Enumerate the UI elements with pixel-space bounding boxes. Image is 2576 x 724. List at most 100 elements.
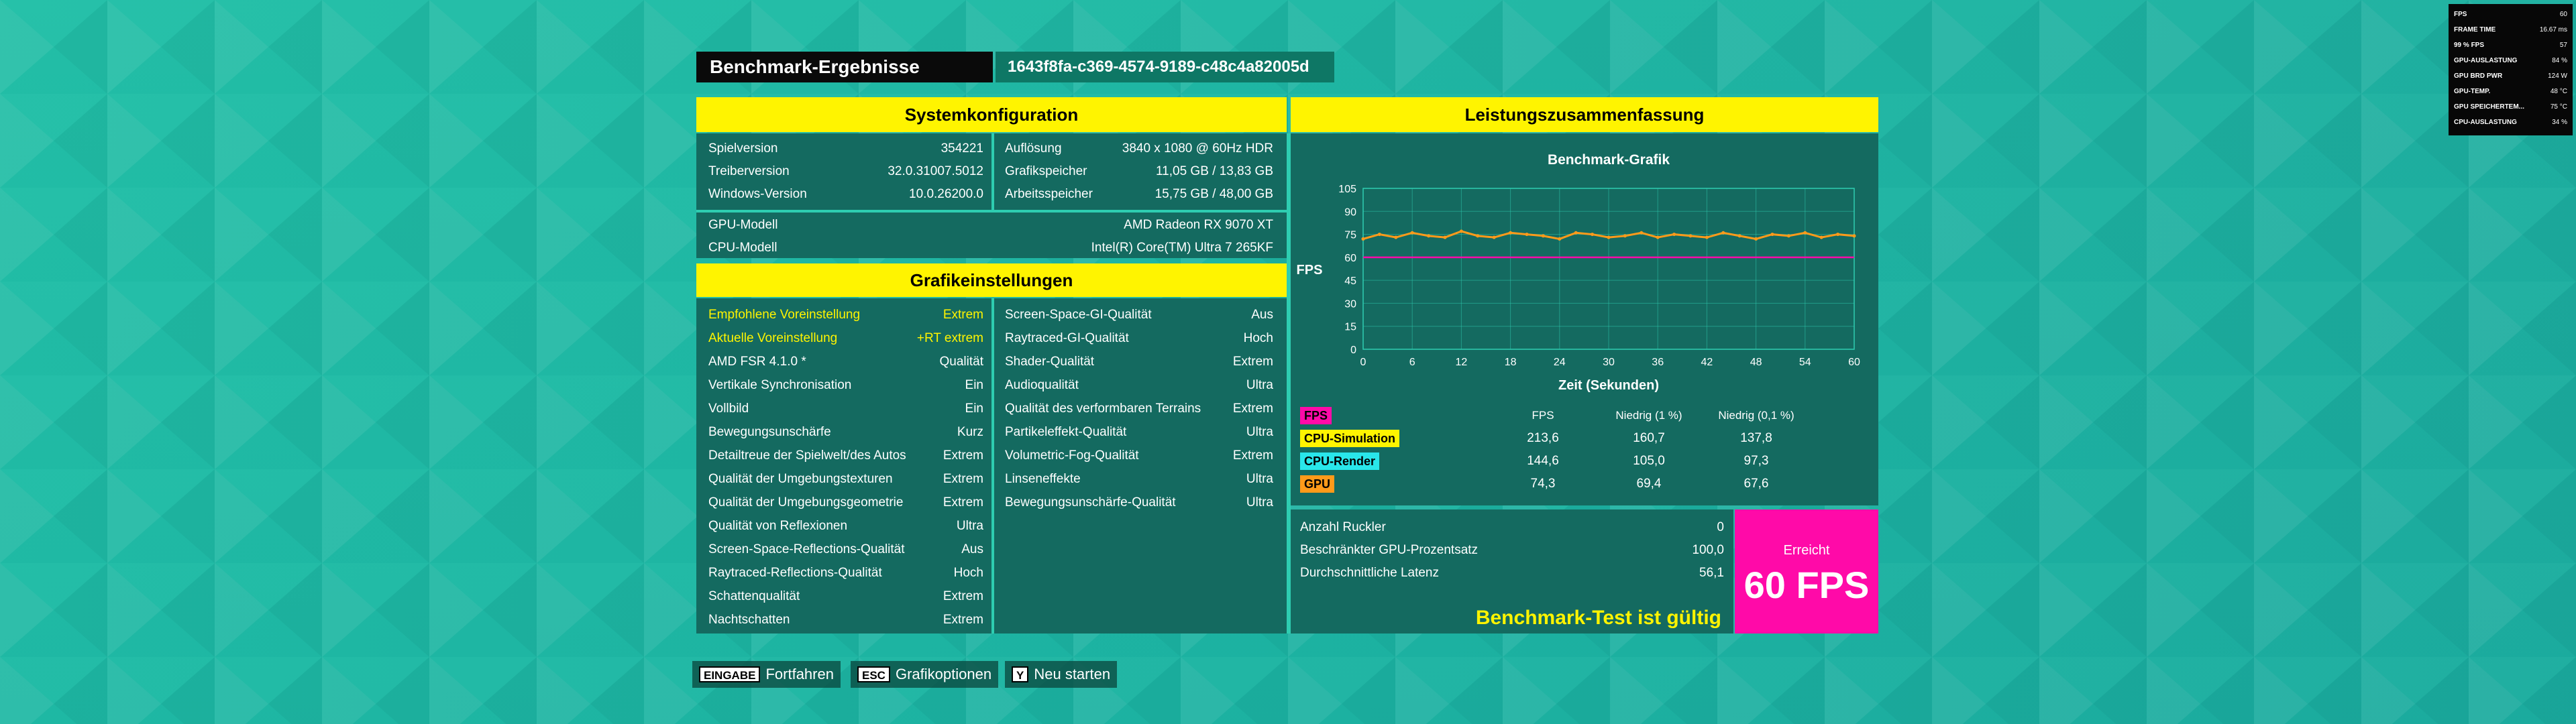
summary-row: Beschränkter GPU-Prozentsatz 100,0 — [1300, 542, 1724, 559]
summary-row: Durchschnittliche Latenz 56,1 — [1300, 564, 1724, 582]
action-button[interactable]: EINGABE Fortfahren — [692, 661, 841, 688]
setting-row: Empfohlene Voreinstellung Extrem — [708, 306, 983, 324]
gpu-point — [1640, 231, 1644, 235]
stats-value: 74,3 — [1530, 477, 1556, 491]
action-label: Neu starten — [1034, 666, 1111, 682]
gpu-point — [1656, 235, 1660, 239]
gpu-point — [1476, 234, 1480, 238]
setting-row: Nachtschatten Extrem — [708, 611, 983, 629]
setting-row: Partikeleffekt-Qualität Ultra — [1005, 424, 1273, 441]
overlay-value: 48 °C — [2550, 88, 2567, 95]
overlay-value: 124 W — [2548, 72, 2567, 80]
gpu-point — [1361, 237, 1365, 241]
gpu-point — [1819, 235, 1823, 239]
setting-label: Qualität des verformbaren Terrains — [1005, 402, 1201, 416]
action-label: Fortfahren — [765, 666, 834, 682]
summary-value: 100,0 — [1692, 543, 1724, 557]
system-config-panel: Spielversion 354221 Treiberversion 32.0.310… — [696, 133, 1287, 258]
setting-value: Extrem — [1232, 402, 1273, 416]
gpu-point — [1427, 234, 1431, 238]
overlay-row: GPU SPEICHERTEM... 75 °C — [2454, 101, 2567, 114]
y-axis-label: FPS — [1297, 263, 1323, 278]
setting-label: AMD FSR 4.1.0 * — [708, 355, 806, 369]
setting-label: Screen-Space-Reflections-Qualität — [708, 542, 905, 556]
achieved-value: 60 FPS — [1743, 564, 1870, 606]
summary-label: Beschränkter GPU-Prozentsatz — [1300, 543, 1479, 557]
setting-label: Bewegungsunschärfe — [708, 425, 831, 439]
setting-label: Bewegungsunschärfe-Qualität — [1005, 495, 1176, 509]
setting-row: Screen-Space-Reflections-Qualität Aus — [708, 541, 983, 558]
setting-row: GPU-Modell AMD Radeon RX 9070 XT — [708, 217, 1273, 234]
x-tick-label: 18 — [1505, 357, 1517, 368]
setting-value: 32.0.31007.5012 — [888, 164, 983, 178]
setting-label: Screen-Space-GI-Qualität — [1005, 308, 1152, 322]
setting-label: Raytraced-Reflections-Qualität — [708, 566, 882, 580]
setting-row: CPU-Modell Intel(R) Core(TM) Ultra 7 265K… — [708, 239, 1273, 257]
setting-row: Detailtreue der Spielwelt/des Autos Extre… — [708, 447, 983, 465]
setting-value: Aus — [1251, 308, 1273, 322]
benchmark-id: 1643f8fa-c369-4574-9189-c48c4a82005d — [996, 52, 1334, 82]
stats-value: 144,6 — [1527, 454, 1559, 468]
gpu-point — [1541, 234, 1545, 238]
setting-label: Shader-Qualität — [1005, 355, 1095, 369]
gpu-point — [1525, 233, 1529, 237]
x-tick-label: 48 — [1750, 357, 1762, 368]
gpu-point — [1836, 233, 1840, 237]
y-tick-label: 45 — [1344, 276, 1356, 287]
setting-row: Volumetric-Fog-Qualität Extrem — [1005, 447, 1273, 465]
gpu-point — [1558, 237, 1562, 241]
gpu-point — [1492, 235, 1496, 239]
overlay-row: FRAME TIME 16.67 ms — [2454, 23, 2567, 37]
y-tick-label: 60 — [1344, 253, 1356, 264]
setting-row: Vollbild Ein — [708, 400, 983, 418]
overlay-label: CPU-AUSLASTUNG — [2454, 119, 2517, 126]
summary-panel: Anzahl Ruckler 0 Beschränkter GPU-Prozents… — [1291, 509, 1733, 634]
system-config-heading: Systemkonfiguration — [696, 97, 1287, 132]
key-hint: EINGABE — [699, 666, 761, 682]
stats-value: 67,6 — [1743, 477, 1769, 491]
stats-value — [1595, 407, 1703, 424]
setting-value: +RT extrem — [916, 331, 983, 345]
key-hint: Y — [1012, 666, 1029, 682]
setting-value: Extrem — [943, 613, 983, 627]
x-tick-label: 36 — [1652, 357, 1664, 368]
setting-value: Ultra — [956, 519, 983, 533]
y-tick-label: 30 — [1344, 298, 1356, 310]
overlay-value: 57 — [2559, 42, 2567, 49]
setting-row: Screen-Space-GI-Qualität Aus — [1005, 306, 1273, 324]
setting-label: Vollbild — [708, 402, 749, 416]
setting-label: Raytraced-GI-Qualität — [1005, 331, 1129, 345]
overlay-label: 99 % FPS — [2454, 42, 2485, 49]
y-tick-label: 105 — [1338, 184, 1356, 195]
stats-value — [1703, 407, 1810, 424]
summary-label: Anzahl Ruckler — [1300, 520, 1386, 534]
achieved-fps-box: Erreicht 60 FPS — [1735, 509, 1878, 634]
setting-value: Ultra — [1246, 378, 1273, 392]
setting-row: Auflösung 3840 x 1080 @ 60Hz HDR — [1005, 140, 1273, 158]
overlay-label: GPU-AUSLASTUNG — [2454, 57, 2518, 64]
setting-value: AMD Radeon RX 9070 XT — [1124, 218, 1273, 232]
setting-label: Partikeleffekt-Qualität — [1005, 425, 1127, 439]
overlay-value: 34 % — [2552, 119, 2567, 126]
stats-value: 97,3 — [1743, 454, 1769, 468]
x-tick-label: 42 — [1701, 357, 1713, 368]
setting-row: Raytraced-Reflections-Qualität Hoch — [708, 564, 983, 582]
setting-row: Raytraced-GI-Qualität Hoch — [1005, 330, 1273, 347]
overlay-label: GPU BRD PWR — [2454, 72, 2503, 80]
action-button[interactable]: Y Neu starten — [1005, 661, 1118, 688]
action-button[interactable]: ESC Grafikoptionen — [851, 661, 999, 688]
summary-row: Anzahl Ruckler 0 — [1300, 519, 1724, 536]
setting-value: 10.0.26200.0 — [909, 187, 983, 201]
x-tick-label: 24 — [1554, 357, 1566, 368]
overlay-label: GPU-TEMP. — [2454, 88, 2491, 95]
stats-value: 213,6 — [1527, 431, 1559, 445]
setting-value: Ultra — [1246, 472, 1273, 486]
setting-label: Empfohlene Voreinstellung — [708, 308, 861, 322]
gpu-point — [1803, 231, 1807, 235]
stats-series-tag: GPU — [1300, 475, 1335, 493]
performance-overlay: FPS 60 FRAME TIME 16.67 ms 99 % FPS 57 GPU-AUS… — [2449, 4, 2573, 135]
setting-row: Qualität der Umgebungstexturen Extrem — [708, 471, 983, 488]
setting-row: Windows-Version 10.0.26200.0 — [708, 186, 983, 203]
setting-value: 15,75 GB / 48,00 GB — [1155, 187, 1273, 201]
overlay-row: GPU BRD PWR 124 W — [2454, 70, 2567, 83]
